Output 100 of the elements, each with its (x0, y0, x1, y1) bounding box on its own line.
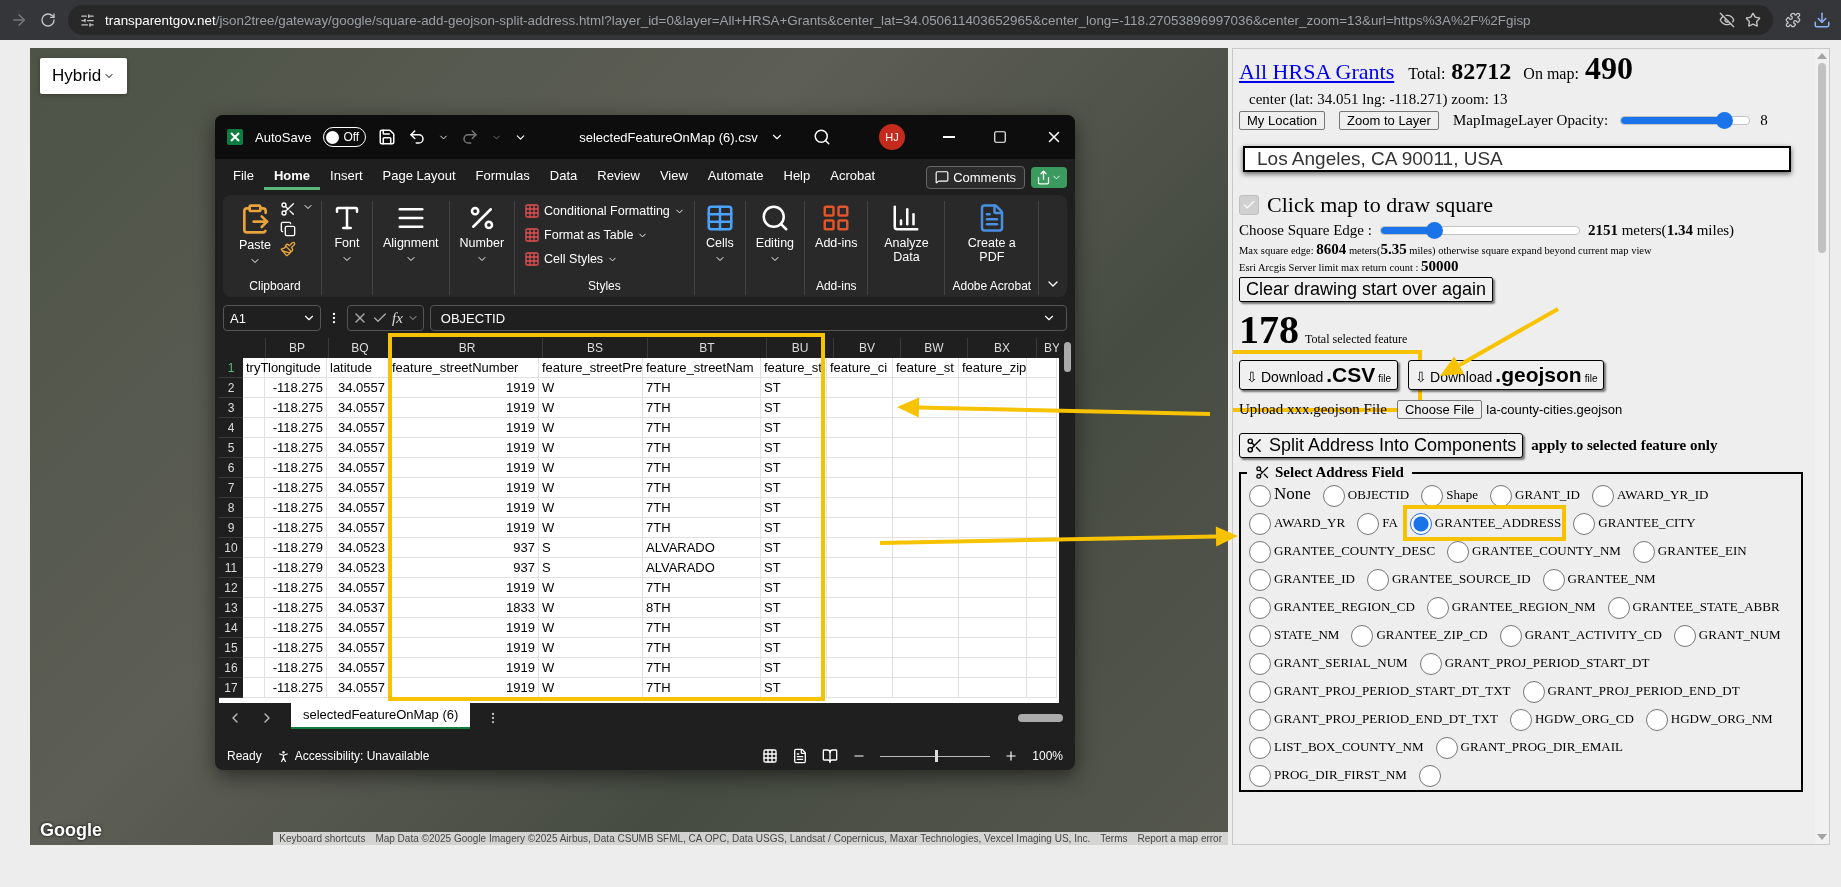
download-button[interactable]: ⇩ Download.geojson file (1408, 360, 1605, 390)
file-name[interactable]: selectedFeatureOnMap (6).csv (579, 129, 758, 145)
sheet-tab[interactable]: selectedFeatureOnMap (6) (291, 701, 471, 729)
column-header[interactable]: BV (834, 338, 901, 358)
ribbon-tab[interactable]: Automate (697, 164, 774, 190)
download-button[interactable]: ⇩ Download.CSV file (1239, 360, 1399, 390)
radio-button[interactable] (1249, 625, 1271, 647)
radio-button[interactable] (1509, 709, 1532, 731)
column-header[interactable]: BS (543, 338, 648, 358)
attribution-text[interactable]: Report a map error (1137, 833, 1222, 844)
style-menu-button[interactable]: Conditional Formatting (522, 201, 687, 221)
radio-button[interactable] (1522, 681, 1545, 703)
column-header[interactable]: BT (648, 338, 767, 358)
user-avatar[interactable]: HJ (879, 124, 905, 150)
radio-button[interactable] (1409, 513, 1432, 535)
ribbon-tab[interactable]: Insert (320, 164, 373, 190)
attribution-text[interactable]: Terms (1100, 833, 1128, 844)
row-header[interactable]: 10 (219, 538, 243, 558)
column-header[interactable]: BP (266, 338, 329, 358)
radio-button[interactable] (1322, 485, 1345, 507)
address-bar[interactable] (68, 5, 1773, 35)
ribbon-button[interactable]: Alignment (380, 201, 442, 267)
ribbon-button[interactable]: Font (329, 201, 365, 267)
radio-button[interactable] (1249, 569, 1271, 591)
ribbon-button[interactable]: Number (456, 201, 508, 267)
ribbon-button[interactable]: Analyze Data (875, 201, 938, 266)
row-header[interactable]: 3 (219, 398, 243, 418)
radio-button[interactable] (1592, 485, 1614, 507)
ribbon-tab[interactable]: Help (773, 164, 821, 190)
ribbon-tab[interactable]: Acrobat (820, 164, 886, 190)
column-header[interactable]: BR (392, 338, 543, 358)
radio-button[interactable] (1249, 737, 1271, 759)
ribbon-tab[interactable]: Page Layout (372, 164, 466, 190)
ribbon-tab[interactable]: Data (539, 164, 588, 190)
radio-button[interactable] (1351, 625, 1374, 647)
map-button[interactable]: My Location (1239, 111, 1326, 130)
radio-button[interactable] (1249, 513, 1271, 535)
satellite-map-placeholder[interactable] (30, 48, 1228, 845)
row-header[interactable]: 12 (219, 578, 243, 598)
formula-field[interactable]: OBJECTID (429, 305, 1067, 331)
row-header[interactable]: 8 (219, 498, 243, 518)
split-address-button[interactable]: Split Address Into Components (1239, 433, 1524, 458)
comments-button[interactable]: Comments (926, 165, 1025, 189)
radio-button[interactable] (1249, 541, 1271, 563)
address-field[interactable]: Los Angeles, CA 90011, USA (1243, 146, 1791, 172)
choose-file-button[interactable]: Choose File (1396, 400, 1483, 419)
style-menu-button[interactable]: Cell Styles (522, 249, 687, 269)
radio-button[interactable] (1673, 625, 1696, 647)
insert-function-label[interactable]: fx (392, 309, 403, 327)
map-type-button[interactable]: Hybrid (40, 58, 128, 94)
row-header[interactable]: 5 (219, 438, 243, 458)
radio-button[interactable] (1426, 597, 1449, 619)
accessibility-status[interactable]: Accessibility: Unavailable (294, 749, 430, 763)
radio-button[interactable] (1419, 653, 1442, 675)
row-header[interactable]: 7 (219, 478, 243, 498)
radio-button[interactable] (1249, 485, 1271, 507)
radio-button[interactable] (1249, 681, 1271, 703)
radio-button[interactable] (1249, 765, 1271, 787)
style-menu-button[interactable]: Format as Table (522, 225, 687, 245)
radio-button[interactable] (1357, 513, 1380, 535)
attribution-text[interactable]: Keyboard shortcuts (279, 833, 366, 844)
name-box[interactable]: A1 (223, 305, 321, 331)
layer-link[interactable]: All HRSA Grants (1239, 57, 1395, 87)
ribbon-tab[interactable]: View (649, 164, 698, 190)
radio-button[interactable] (1573, 513, 1596, 535)
map-button[interactable]: Zoom to Layer (1339, 111, 1439, 130)
radio-button[interactable] (1499, 625, 1522, 647)
row-header[interactable]: 6 (219, 458, 243, 478)
row-header[interactable]: 16 (219, 658, 243, 678)
radio-button[interactable] (1435, 737, 1458, 759)
ribbon-button[interactable]: Add-ins (812, 201, 861, 252)
ribbon-button[interactable]: Cells (701, 201, 738, 267)
radio-button[interactable] (1249, 709, 1271, 731)
ribbon-tab[interactable]: Review (587, 164, 650, 190)
radio-button[interactable] (1447, 541, 1470, 563)
column-header[interactable]: BQ (329, 338, 392, 358)
row-header[interactable]: 14 (219, 618, 243, 638)
radio-button[interactable] (1418, 765, 1441, 787)
share-button[interactable] (1031, 166, 1067, 188)
radio-button[interactable] (1249, 653, 1271, 675)
column-header[interactable]: BX (968, 338, 1037, 358)
row-header[interactable]: 4 (219, 418, 243, 438)
ribbon-button[interactable]: Editing (752, 201, 798, 267)
ribbon-button[interactable]: Create a PDF (960, 201, 1023, 266)
radio-button[interactable] (1490, 485, 1512, 507)
row-header[interactable]: 2 (219, 378, 243, 398)
radio-button[interactable] (1421, 485, 1444, 507)
row-header[interactable]: 15 (219, 638, 243, 658)
row-header[interactable]: 9 (219, 518, 243, 538)
column-header[interactable]: BW (901, 338, 968, 358)
radio-button[interactable] (1632, 541, 1655, 563)
row-header[interactable]: 13 (219, 598, 243, 618)
row-header[interactable]: 1 (219, 358, 243, 378)
row-header[interactable]: 17 (219, 678, 243, 698)
clear-drawing-button[interactable]: Clear drawing start over again (1239, 277, 1494, 302)
radio-button[interactable] (1249, 597, 1271, 619)
ribbon-tab[interactable]: Formulas (465, 164, 540, 190)
row-header[interactable]: 11 (219, 558, 243, 578)
paste-button[interactable]: Paste (236, 201, 274, 269)
ribbon-tab[interactable]: Home (263, 164, 321, 190)
